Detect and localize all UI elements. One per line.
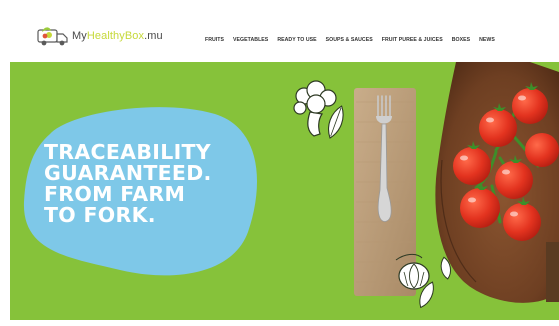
headline-line: FROM FARM — [44, 182, 186, 206]
nav-item-boxes[interactable]: BOXES — [452, 37, 470, 43]
hero-banner: TRACEABILITY GUARANTEED. FROM FARM TO FO… — [10, 62, 559, 320]
nav-item-fruits[interactable]: FRUITS — [205, 37, 224, 43]
herb-leaf-icon — [328, 105, 344, 139]
hero-headline: TRACEABILITY GUARANTEED. FROM FARM TO FO… — [44, 142, 264, 226]
headline-line: TRACEABILITY — [44, 140, 211, 164]
delivery-truck-logo-icon — [37, 27, 68, 46]
nav-item-news[interactable]: NEWS — [479, 37, 495, 43]
site-logo[interactable]: MyHealthyBox.mu — [36, 22, 163, 50]
nav-item-soups-sauces[interactable]: SOUPS & SAUCES — [326, 37, 373, 43]
headline-line: TO FORK. — [44, 203, 156, 227]
nav-item-fruit-puree-juices[interactable]: FRUIT PUREE & JUICES — [382, 37, 443, 43]
main-navigation: FRUITS VEGETABLES READY TO USE SOUPS & S… — [205, 37, 495, 43]
logo-wordmark: MyHealthyBox.mu — [72, 30, 163, 42]
site-header: MyHealthyBox.mu FRUITS VEGETABLES READY … — [0, 0, 559, 62]
headline-line: GUARANTEED. — [44, 161, 212, 185]
nav-item-ready-to-use[interactable]: READY TO USE — [277, 37, 316, 43]
page-bottom-edge — [0, 320, 559, 326]
nav-item-vegetables[interactable]: VEGETABLES — [233, 37, 268, 43]
